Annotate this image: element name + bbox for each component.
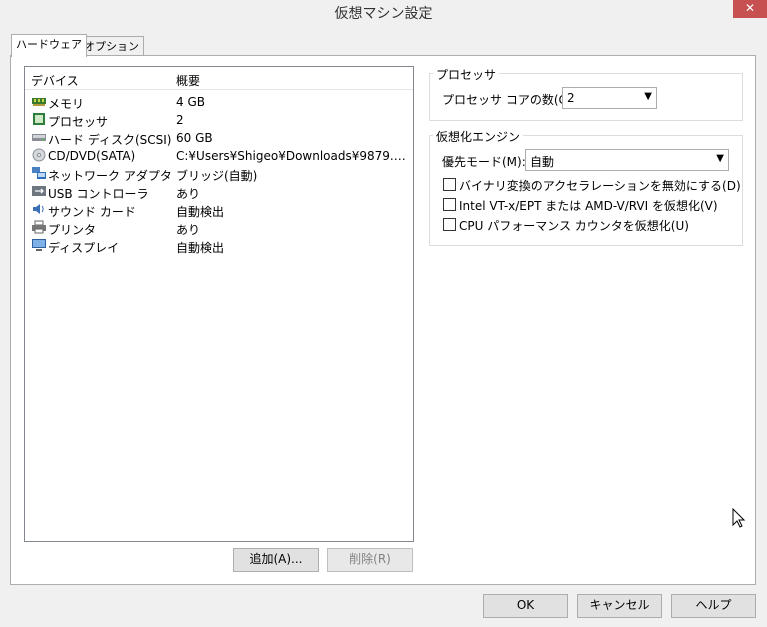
tab-options[interactable]: オプション [79, 36, 144, 57]
processor-cores-select[interactable]: 2 ▼ [562, 87, 657, 109]
add-button[interactable]: 追加(A)... [233, 548, 319, 572]
device-row-cd-dvd[interactable]: CD/DVD(SATA) C:¥Users¥Shigeo¥Downloads¥9… [25, 147, 413, 165]
list-header: デバイス 概要 [25, 67, 413, 90]
device-name: サウンド カード [48, 205, 136, 219]
device-row-sound[interactable]: サウンド カード 自動検出 [25, 201, 413, 219]
device-summary: ブリッジ(自動) [176, 169, 258, 183]
device-name: CD/DVD(SATA) [48, 149, 136, 163]
device-name: プリンタ [48, 223, 97, 237]
usb-icon [32, 186, 46, 196]
device-name: ネットワーク アダプタ [48, 169, 172, 183]
column-header-summary[interactable]: 概要 [176, 72, 200, 89]
cancel-button[interactable]: キャンセル [577, 594, 662, 618]
mode-value: 自動 [530, 155, 555, 169]
device-name: ディスプレイ [48, 241, 120, 255]
memory-icon [32, 98, 46, 106]
printer-icon [32, 220, 46, 234]
device-row-usb[interactable]: USB コントローラ あり [25, 183, 413, 201]
virtualize-cpu-counters-label[interactable]: CPU パフォーマンス カウンタを仮想化(U) [459, 217, 689, 234]
mouse-cursor-icon [732, 508, 746, 528]
device-row-memory[interactable]: メモリ 4 GB [25, 93, 413, 111]
ok-button[interactable]: OK [483, 594, 568, 618]
processor-icon [33, 113, 45, 125]
device-summary: 2 [176, 113, 184, 127]
help-button[interactable]: ヘルプ [671, 594, 756, 618]
display-icon [32, 239, 46, 251]
tab-hardware[interactable]: ハードウェア [11, 34, 87, 57]
chevron-down-icon: ▼ [644, 91, 652, 102]
device-name: ハード ディスク(SCSI) [48, 133, 172, 147]
device-summary: C:¥Users¥Shigeo¥Downloads¥9879.0.14... [176, 149, 410, 163]
window-title: 仮想マシン設定 [334, 6, 433, 22]
mode-select[interactable]: 自動 ▼ [525, 149, 729, 171]
chevron-down-icon: ▼ [716, 153, 724, 164]
device-summary: 自動検出 [176, 241, 225, 255]
device-name: メモリ [48, 97, 85, 111]
virtualization-group-label: 仮想化エンジン [433, 128, 524, 145]
disable-binary-translation-checkbox[interactable] [443, 178, 456, 191]
device-name: プロセッサ [48, 115, 109, 129]
processor-group-label: プロセッサ [433, 66, 500, 83]
sound-icon [33, 204, 44, 214]
device-summary: あり [176, 187, 201, 201]
device-list[interactable]: デバイス 概要 メモリ 4 GB プロセッサ 2 ハード ディスク(SCSI) … [24, 66, 414, 542]
processor-cores-label: プロセッサ コアの数(C): [442, 93, 576, 107]
device-name: USB コントローラ [48, 187, 149, 201]
device-row-processor[interactable]: プロセッサ 2 [25, 111, 413, 129]
device-summary: 自動検出 [176, 205, 225, 219]
device-row-printer[interactable]: プリンタ あり [25, 219, 413, 237]
device-row-network-adapter[interactable]: ネットワーク アダプタ ブリッジ(自動) [25, 165, 413, 183]
column-header-device[interactable]: デバイス [31, 72, 79, 89]
remove-button[interactable]: 削除(R) [327, 548, 413, 572]
mode-label: 優先モード(M): [442, 155, 526, 169]
processor-cores-value: 2 [567, 91, 575, 105]
network-adapter-icon [32, 167, 46, 179]
device-row-hard-disk[interactable]: ハード ディスク(SCSI) 60 GB [25, 129, 413, 147]
title-bar: 仮想マシン設定 ✕ [0, 0, 767, 26]
virtualize-vtx-checkbox[interactable] [443, 198, 456, 211]
virtualize-vtx-label[interactable]: Intel VT-x/EPT または AMD-V/RVI を仮想化(V) [459, 197, 718, 214]
hard-disk-icon [32, 134, 46, 141]
virtualize-cpu-counters-checkbox[interactable] [443, 218, 456, 231]
disable-binary-translation-label[interactable]: バイナリ変換のアクセラレーションを無効にする(D) [459, 177, 741, 194]
device-summary: 4 GB [176, 95, 205, 109]
close-button[interactable]: ✕ [733, 0, 767, 18]
device-summary: 60 GB [176, 131, 213, 145]
cd-dvd-icon [32, 148, 46, 162]
device-row-display[interactable]: ディスプレイ 自動検出 [25, 237, 413, 255]
device-summary: あり [176, 223, 201, 237]
